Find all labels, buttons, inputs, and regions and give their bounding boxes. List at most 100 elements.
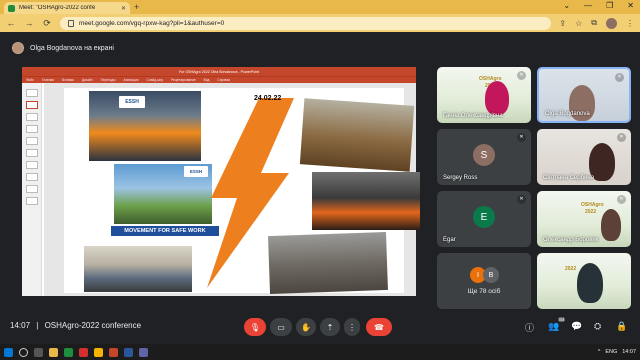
screen: Meet: "OSHAgro-2022 confe ✕ + ⌄ — ❐ ✕ ← … — [0, 0, 640, 360]
hand-icon: ✋ — [301, 322, 311, 332]
slide-thumbnail — [26, 125, 38, 133]
participant-avatar: B — [483, 267, 499, 283]
mic-off-icon: ✕ — [517, 195, 526, 204]
system-clock[interactable]: 14:07 — [622, 349, 636, 355]
leave-call-button[interactable]: ☎ — [366, 318, 392, 336]
meeting-title: OSHAgro-2022 conference — [44, 321, 142, 330]
participant-name: Olga Bogdanova — [545, 111, 590, 117]
chat-icon[interactable]: 💬 — [571, 321, 582, 332]
participant-name: Sergey Ross — [443, 175, 478, 181]
participant-tile-active[interactable]: ✕ Olga Bogdanova — [537, 67, 631, 123]
word-icon[interactable] — [124, 347, 133, 357]
mic-toggle-button[interactable]: 🎙 — [244, 318, 266, 336]
participant-name: Олександр Боровик — [543, 237, 599, 243]
powerpoint-window-title: For OSHAgro 2022 Olha Bohdanova - PowerP… — [178, 69, 260, 74]
meeting-details-icon[interactable]: ⓘ — [525, 321, 534, 334]
tray-overflow-icon[interactable]: ^ — [598, 349, 601, 355]
minimize-button[interactable]: — — [584, 1, 592, 10]
participant-tile[interactable]: OSHAgro 2022 ✕ Ганна Олександрівна — [437, 67, 531, 123]
participant-tile[interactable]: E ✕ Egar — [437, 191, 531, 247]
slide-thumbnails — [22, 83, 42, 296]
burning-field-photo — [299, 98, 415, 172]
new-tab-button[interactable]: + — [134, 2, 139, 12]
teams-icon[interactable] — [139, 347, 148, 357]
toolbar-icons: ⇪ ☆ ⧉ ⋮ — [559, 17, 634, 29]
present-button[interactable]: ⇡ — [320, 318, 340, 336]
participant-video — [601, 209, 621, 241]
back-button[interactable]: ← — [6, 18, 16, 28]
ribbon-tab: Рецензирование — [171, 78, 196, 82]
powerpoint-title-bar: For OSHAgro 2022 Olha Bohdanova - PowerP… — [22, 67, 416, 76]
mic-off-icon: ✕ — [517, 133, 526, 142]
participant-name: Egar — [443, 237, 456, 243]
search-icon[interactable] — [19, 347, 28, 357]
activities-icon[interactable]: ⛭ — [594, 321, 601, 332]
phone-hangup-icon: ☎ — [374, 322, 384, 332]
camera-toggle-button[interactable]: ▭ — [270, 318, 292, 336]
meeting-info: 14:07 | OSHAgro-2022 conference — [10, 321, 141, 330]
more-participants-tile[interactable]: I B Ще 78 осіб — [437, 253, 531, 309]
participant-tile[interactable]: ✕ Світлана Сербина — [537, 129, 631, 185]
slide-thumbnail — [26, 185, 38, 193]
share-icon[interactable]: ⇪ — [559, 19, 566, 28]
bookmark-star-icon[interactable]: ☆ — [575, 19, 582, 28]
extensions-icon[interactable]: ⧉ — [591, 18, 597, 28]
reload-button[interactable]: ⟳ — [42, 18, 52, 29]
camera-icon: ▭ — [277, 322, 285, 332]
ribbon-tab: Главная — [41, 78, 54, 82]
ribbon-tab: Вставка — [61, 78, 74, 82]
participant-tile[interactable]: OSHAgro 2022 ✕ Олександр Боровик — [537, 191, 631, 247]
file-explorer-icon[interactable] — [49, 347, 58, 357]
slide-canvas: ESSH ESSH MOVEMENT FOR SAFE WORK 24.02.2… — [44, 83, 420, 296]
mic-off-icon: 🎙 — [249, 322, 261, 332]
lock-icon[interactable] — [68, 19, 74, 27]
app-icon[interactable] — [79, 347, 88, 357]
people-icon[interactable]: 👥 84 — [548, 317, 566, 332]
language-indicator[interactable]: ENG — [605, 349, 617, 355]
conference-poster: OSHAgro 2022 — [581, 202, 604, 215]
system-tray: ^ ENG 14:07 — [598, 349, 636, 355]
address-bar[interactable]: meet.google.com/vgq-rpxw-kag?pli=1&authu… — [60, 16, 552, 30]
forward-button[interactable]: → — [24, 18, 34, 28]
task-view-icon[interactable] — [34, 347, 43, 357]
powerpoint-icon[interactable] — [109, 347, 118, 357]
raise-hand-button[interactable]: ✋ — [296, 318, 316, 336]
host-controls-icon[interactable]: 🔒 — [616, 321, 627, 332]
more-participants-label: Ще 78 осіб — [467, 288, 501, 295]
browser-tab[interactable]: Meet: "OSHAgro-2022 confe ✕ — [4, 2, 130, 14]
browser-tab-strip: Meet: "OSHAgro-2022 confe ✕ + ⌄ — ❐ ✕ — [0, 0, 640, 14]
tab-title: Meet: "OSHAgro-2022 confe — [19, 5, 96, 11]
url-text[interactable]: meet.google.com/vgq-rpxw-kag?pli=1&authu… — [79, 20, 224, 27]
participant-tile[interactable]: S ✕ Sergey Ross — [437, 129, 531, 185]
browser-menu-icon[interactable]: ⋮ — [626, 19, 634, 28]
tab-close-icon[interactable]: ✕ — [121, 5, 126, 12]
slide-thumbnail — [26, 89, 38, 97]
more-options-button[interactable]: ⋮ — [344, 318, 360, 336]
participant-tile[interactable]: 2022 — [537, 253, 631, 309]
tab-search-icon[interactable]: ⌄ — [563, 1, 570, 10]
participant-avatar: E — [473, 206, 495, 228]
slide-thumbnail — [26, 137, 38, 145]
more-avatars: I B — [470, 267, 499, 283]
ribbon-tab: Переходы — [100, 78, 116, 82]
chrome-icon[interactable] — [94, 347, 103, 357]
slide-date: 24.02.22 — [254, 95, 282, 102]
edge-icon[interactable] — [64, 347, 73, 357]
start-icon[interactable] — [4, 347, 13, 357]
browser-toolbar: ← → ⟳ meet.google.com/vgq-rpxw-kag?pli=1… — [0, 14, 640, 32]
group-photo — [84, 246, 192, 292]
mic-off-icon: ✕ — [617, 195, 626, 204]
close-window-button[interactable]: ✕ — [627, 1, 634, 10]
participants-count-badge: 84 — [558, 317, 566, 322]
powerpoint-ribbon: Файл Главная Вставка Дизайн Переходы Ани… — [22, 76, 416, 83]
meeting-time: 14:07 — [10, 321, 31, 330]
presenter-bar: Olga Bogdanova на екрані — [0, 36, 640, 60]
ribbon-tab: Справка — [217, 78, 230, 82]
ribbon-tab: Дизайн — [81, 78, 93, 82]
window-controls: ⌄ — ❐ ✕ — [563, 1, 634, 10]
more-vert-icon: ⋮ — [348, 322, 356, 332]
shared-screen: For OSHAgro 2022 Olha Bohdanova - PowerP… — [22, 67, 420, 296]
profile-avatar[interactable] — [606, 17, 617, 29]
participant-video — [577, 263, 603, 303]
maximize-button[interactable]: ❐ — [606, 1, 613, 10]
